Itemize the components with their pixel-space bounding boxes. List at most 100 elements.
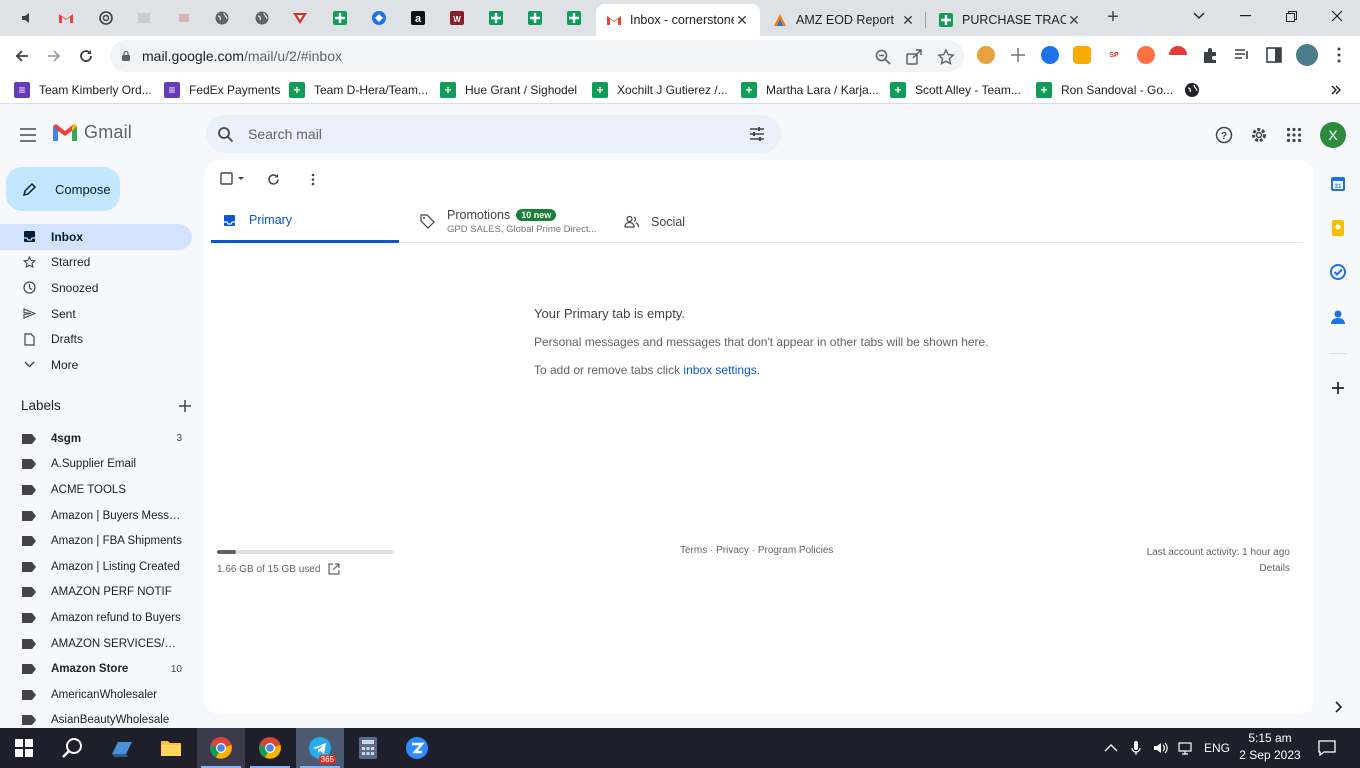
taskbar-app-icon[interactable]	[98, 728, 146, 768]
bookmark-item[interactable]	[1184, 81, 1200, 99]
expand-panel-icon[interactable]	[1329, 698, 1347, 716]
select-checkbox[interactable]	[219, 170, 247, 188]
tab-promotions[interactable]: Promotions 10 new GPD SALES, Global Prime…	[419, 200, 609, 243]
sidebar-item-snoozed[interactable]: Snoozed	[0, 275, 192, 301]
media-control-icon[interactable]	[1233, 46, 1251, 64]
chrome-taskbar-icon[interactable]	[197, 728, 245, 768]
bookmark-item[interactable]: ≡ FedEx Payments	[164, 81, 280, 99]
chrome-taskbar-icon[interactable]	[246, 728, 294, 768]
close-tab-icon[interactable]: ✕	[734, 12, 750, 29]
main-menu-icon[interactable]	[18, 126, 38, 144]
search-bar[interactable]	[206, 115, 781, 153]
extension-icon[interactable]	[1073, 46, 1091, 64]
extension-icon[interactable]	[1009, 46, 1027, 64]
address-bar[interactable]: mail.google.com/mail/u/2/#inbox	[110, 40, 964, 72]
extension-icon[interactable]	[1169, 46, 1187, 64]
bookmark-item[interactable]: + Martha Lara / Karja...	[741, 81, 879, 99]
inbox-settings-link[interactable]: inbox settings	[683, 363, 756, 377]
label-item[interactable]: ACME TOOLS	[0, 477, 192, 503]
reload-button[interactable]	[72, 42, 100, 70]
bookmark-item[interactable]: + Ron Sandoval - Go...	[1036, 81, 1173, 99]
search-input[interactable]	[248, 126, 728, 142]
storage-bar[interactable]	[217, 550, 394, 554]
extensions-puzzle-icon[interactable]	[1201, 46, 1219, 64]
bookmark-item[interactable]: ≡ Team Kimberly Ord...	[14, 81, 152, 99]
compose-button[interactable]: Compose	[6, 167, 120, 211]
tab-sheets-icon[interactable]	[324, 4, 356, 32]
keep-icon[interactable]	[1329, 219, 1347, 237]
account-avatar[interactable]: X	[1320, 122, 1346, 148]
search-options-icon[interactable]	[749, 126, 765, 142]
tab-app-icon[interactable]	[284, 4, 316, 32]
tab-sheets-icon[interactable]	[519, 4, 551, 32]
contacts-icon[interactable]	[1329, 308, 1347, 326]
bookmark-item[interactable]: + Xochilt J Gutierez /...	[592, 81, 728, 99]
label-item[interactable]: AMAZON SERVICES/PAY...	[0, 631, 192, 657]
search-icon[interactable]	[48, 728, 96, 768]
browser-tab-purchase-tracker[interactable]: PURCHASE TRACKER ✕	[928, 4, 1092, 36]
tab-primary[interactable]: Primary	[211, 200, 399, 243]
close-tab-icon[interactable]: ✕	[900, 12, 916, 29]
search-icon[interactable]	[217, 126, 234, 143]
apps-grid-icon[interactable]	[1284, 125, 1304, 145]
tab-audio-icon[interactable]	[12, 4, 44, 32]
close-window-button[interactable]	[1314, 0, 1360, 32]
tab-app-icon[interactable]: W	[441, 4, 473, 32]
extension-icon[interactable]	[977, 46, 995, 64]
tab-social[interactable]: Social	[623, 200, 813, 243]
notifications-icon[interactable]	[1318, 728, 1336, 768]
show-hidden-icons[interactable]	[1104, 728, 1118, 768]
zoom-icon[interactable]	[874, 48, 892, 66]
bookmark-item[interactable]: + Scott Alley - Team...	[890, 81, 1021, 99]
tab-app-icon[interactable]	[363, 4, 395, 32]
back-button[interactable]	[8, 42, 36, 70]
microphone-icon[interactable]	[1130, 728, 1142, 768]
refresh-icon[interactable]	[259, 170, 287, 188]
input-language[interactable]: ENG	[1204, 728, 1230, 768]
side-panel-icon[interactable]	[1265, 46, 1283, 64]
network-icon[interactable]	[1178, 728, 1194, 768]
help-icon[interactable]: ?	[1214, 125, 1234, 145]
label-item[interactable]: Amazon Store 10	[0, 656, 192, 682]
extension-icon[interactable]: SP	[1105, 46, 1123, 64]
browser-tab-gmail[interactable]: Inbox - cornerstone ✕	[596, 4, 760, 36]
tab-openai-icon[interactable]	[90, 4, 122, 32]
more-options-icon[interactable]	[299, 170, 327, 188]
tab-search-icon[interactable]	[1176, 0, 1222, 32]
tab-amazon-icon[interactable]: a	[402, 4, 434, 32]
label-item[interactable]: 4sgm 3	[0, 426, 192, 452]
external-link-icon[interactable]	[328, 563, 341, 575]
sidebar-item-drafts[interactable]: Drafts	[0, 326, 192, 352]
add-label-icon[interactable]	[179, 399, 191, 412]
windows-start-icon[interactable]	[0, 728, 48, 768]
get-addons-plus-icon[interactable]	[1329, 379, 1347, 397]
telegram-icon[interactable]: 365	[296, 728, 344, 768]
more-vertical-icon[interactable]	[1330, 46, 1348, 64]
calendar-icon[interactable]: 31	[1329, 175, 1347, 193]
extension-icon[interactable]	[1041, 46, 1059, 64]
tab-page-icon[interactable]	[128, 4, 160, 32]
forward-button[interactable]	[40, 42, 68, 70]
more-bookmarks-icon[interactable]	[1330, 81, 1342, 99]
privacy-link[interactable]: Privacy	[716, 545, 749, 556]
sidebar-item-starred[interactable]: Starred	[0, 250, 192, 276]
sidebar-item-more[interactable]: More	[0, 352, 192, 378]
browser-tab-amz-eod[interactable]: AMZ EOD Report ✕	[762, 4, 926, 36]
new-tab-button[interactable]: +	[1100, 6, 1126, 30]
close-tab-icon[interactable]: ✕	[1066, 12, 1082, 29]
tab-globe-icon[interactable]	[206, 4, 238, 32]
volume-icon[interactable]	[1153, 728, 1169, 768]
minimize-button[interactable]	[1222, 0, 1268, 32]
taskbar-clock[interactable]: 5:15 am 2 Sep 2023	[1236, 730, 1304, 764]
settings-gear-icon[interactable]	[1249, 125, 1269, 145]
calculator-icon[interactable]	[344, 728, 392, 768]
bookmark-item[interactable]: + Hue Grant / Sighodel	[440, 81, 577, 99]
label-item[interactable]: Amazon | Buyers Messa...	[0, 503, 192, 529]
extension-icon[interactable]	[1137, 46, 1155, 64]
terms-link[interactable]: Terms	[680, 545, 707, 556]
bookmark-item[interactable]: + Team D-Hera/Team...	[289, 81, 428, 99]
tab-gmail-icon[interactable]	[50, 4, 82, 32]
tab-sheets-icon[interactable]	[480, 4, 512, 32]
program-policies-link[interactable]: Program Policies	[758, 545, 834, 556]
zoom-app-icon[interactable]	[393, 728, 441, 768]
